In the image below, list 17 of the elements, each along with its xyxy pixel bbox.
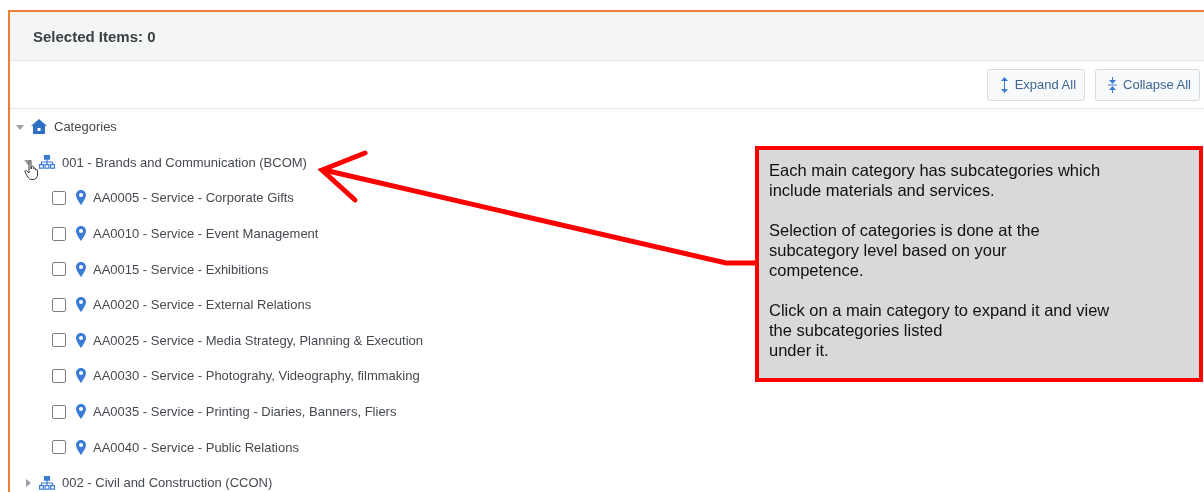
subcategory-label[interactable]: AA0040 - Service - Public Relations <box>93 439 299 455</box>
category-label[interactable]: 002 - Civil and Construction (CCON) <box>62 475 273 491</box>
callout-paragraph: Selection of categories is done at the subcategory level based on your competence. <box>769 220 1041 280</box>
subcategory-label[interactable]: AA0035 - Service - Printing - Diaries, Banners, Fliers <box>93 404 397 420</box>
callout-paragraph: Each main category has subcategories which include materials and services. <box>769 160 1102 200</box>
subcategory-label[interactable]: AA0030 - Service - Photograhy, Videography, filmmaking <box>93 368 420 384</box>
tree-root-label[interactable]: Categories <box>54 119 117 135</box>
subcategory-label[interactable]: AA0020 - Service - External Relations <box>93 297 312 313</box>
expand-all-button[interactable]: Expand All <box>986 68 1086 101</box>
collapse-all-button[interactable]: Collapse All <box>1095 68 1200 101</box>
subcategory-label[interactable]: AA0010 - Service - Event Management <box>93 226 319 242</box>
subcategory-label[interactable]: AA0025 - Service - Media Strategy, Planning & Execution <box>93 332 423 348</box>
selected-items-title: Selected Items: 0 <box>33 27 156 45</box>
subcategory-label[interactable]: AA0015 - Service - Exhibitions <box>93 261 269 277</box>
category-label[interactable]: 001 - Brands and Communication (BCOM) <box>62 154 307 170</box>
callout-paragraph: Click on a main category to expand it and view the subcategories listed under it. <box>769 300 1111 360</box>
subcategory-label[interactable]: AA0005 - Service - Corporate Gifts <box>93 190 294 206</box>
